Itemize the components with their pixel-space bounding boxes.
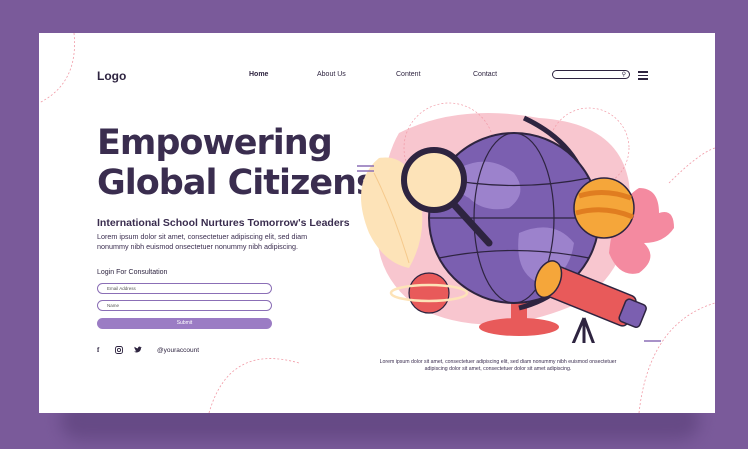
twitter-icon[interactable] <box>134 346 142 355</box>
nav-about-us[interactable]: About Us <box>317 71 346 78</box>
nav-home[interactable]: Home <box>249 71 268 78</box>
nav-contact[interactable]: Contact <box>473 71 497 78</box>
red-planet <box>408 272 450 314</box>
search-icon[interactable]: ⚲ <box>622 71 626 79</box>
submit-button[interactable]: Submit <box>97 318 272 329</box>
nav-content[interactable]: Content <box>396 71 421 78</box>
name-field[interactable]: Name <box>97 300 272 311</box>
facebook-icon[interactable]: f <box>97 346 99 354</box>
email-field[interactable]: Email Address <box>97 283 272 294</box>
magnifier-lens <box>401 147 467 213</box>
globe-illustration <box>357 102 674 343</box>
instagram-icon[interactable] <box>115 346 123 356</box>
email-placeholder: Email Address <box>107 286 136 291</box>
illustration-caption: Lorem ipsum dolor sit amet, consectetuer… <box>379 359 617 372</box>
title-line-1: Empowering <box>97 123 333 163</box>
landing-page: Logo Home About Us Content Contact ⚲ Emp… <box>39 33 715 413</box>
hamburger-menu-icon[interactable] <box>638 71 648 80</box>
name-placeholder: Name <box>107 303 120 308</box>
page-subtitle: International School Nurtures Tomorrow's… <box>97 217 350 229</box>
hero-description: Lorem ipsum dolor sit amet, consectetuer… <box>97 232 308 251</box>
logo[interactable]: Logo <box>97 69 126 83</box>
social-account[interactable]: @youraccount <box>157 347 199 354</box>
login-label: Login For Consultation <box>97 269 168 276</box>
title-line-2: Global Citizens <box>97 163 377 203</box>
search-input[interactable]: ⚲ <box>552 70 630 79</box>
tripod-leg <box>571 317 586 343</box>
page-title: Empowering Global Citizens <box>97 123 377 203</box>
